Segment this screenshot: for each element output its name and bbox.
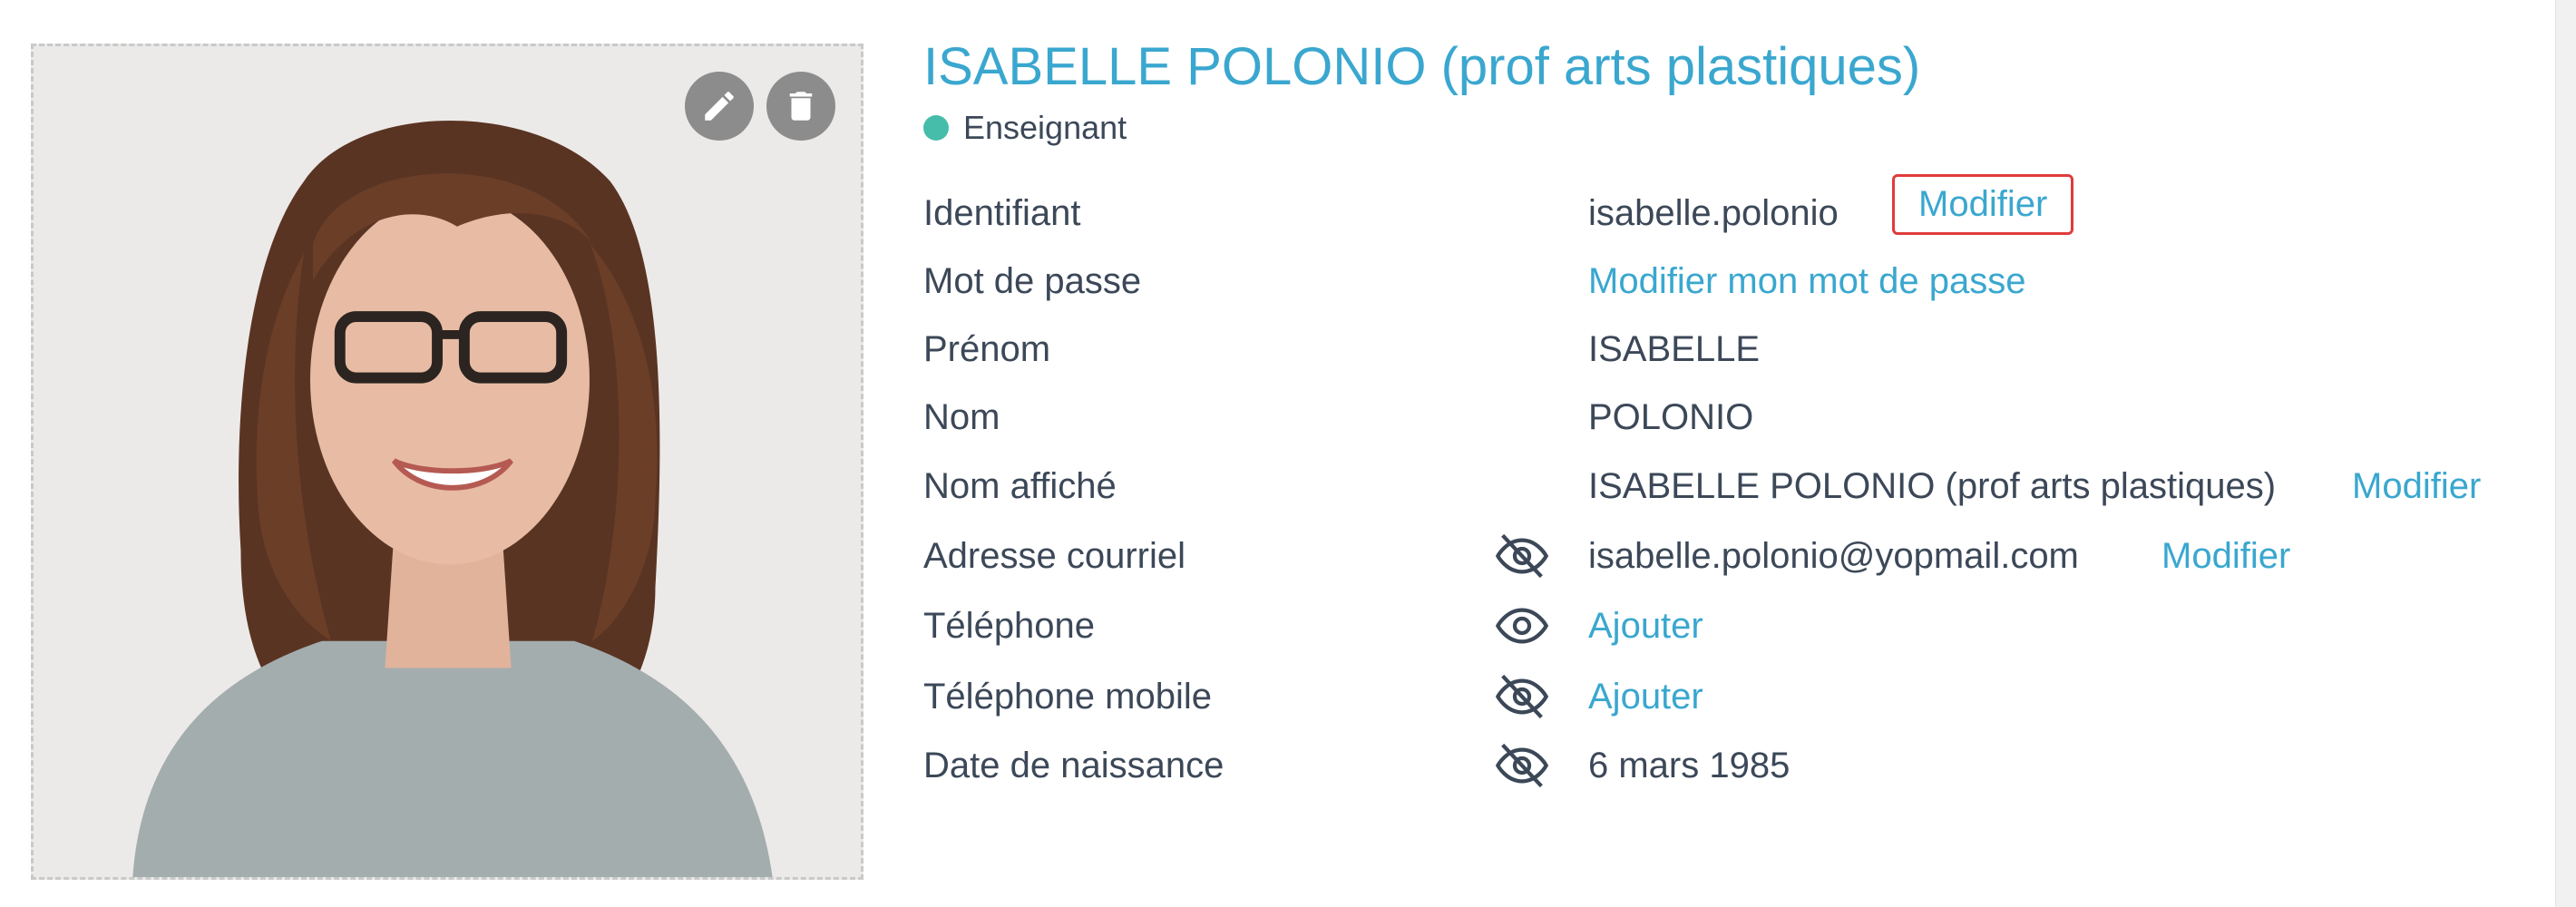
row-birthdate: Date de naissance 6 mars 1985 (923, 736, 2538, 795)
add-telephone-link[interactable]: Ajouter (1588, 606, 1703, 647)
field-label: Téléphone mobile (923, 676, 1212, 717)
role-badge: Enseignant (923, 109, 1127, 147)
eye-off-icon[interactable] (1493, 668, 1551, 726)
edit-photo-button[interactable] (685, 72, 754, 141)
row-nom-affiche: Nom affiché ISABELLE POLONIO (prof arts … (923, 456, 2538, 516)
change-password-link[interactable]: Modifier mon mot de passe (1588, 261, 2025, 302)
status-dot-icon (923, 115, 949, 141)
field-label: Prénom (923, 328, 1051, 369)
field-value: POLONIO (1588, 396, 1754, 437)
field-label: Identifiant (923, 192, 1081, 233)
eye-icon[interactable] (1493, 597, 1551, 655)
field-value: isabelle.polonio (1588, 192, 1839, 233)
row-password: Mot de passe Modifier mon mot de passe (923, 251, 2538, 311)
field-value: 6 mars 1985 (1588, 745, 1791, 785)
field-value: ISABELLE (1588, 328, 1761, 369)
vertical-scrollbar[interactable] (2555, 0, 2576, 907)
modify-display-name-link[interactable]: Modifier (2352, 466, 2481, 507)
field-label: Adresse courriel (923, 535, 1186, 576)
field-label: Date de naissance (923, 745, 1225, 785)
field-value: ISABELLE POLONIO (prof arts plastiques) (1588, 465, 2277, 506)
add-mobile-link[interactable]: Ajouter (1588, 677, 1703, 717)
delete-photo-button[interactable] (766, 72, 835, 141)
eye-off-icon[interactable] (1493, 527, 1551, 585)
role-label: Enseignant (963, 109, 1127, 146)
row-nom: Nom POLONIO (923, 387, 2538, 447)
row-identifiant: Identifiant isabelle.polonio Modifier (923, 174, 2538, 243)
trash-icon (789, 92, 813, 121)
pencil-icon (705, 92, 734, 121)
row-prenom: Prénom ISABELLE (923, 319, 2538, 379)
field-label: Nom affiché (923, 465, 1117, 506)
row-email: Adresse courriel isabelle.polonio@yopmai… (923, 526, 2538, 586)
eye-off-icon[interactable] (1493, 736, 1551, 795)
portrait-image (34, 46, 861, 877)
profile-photo (31, 44, 864, 880)
modify-identifiant-link[interactable]: Modifier (1892, 174, 2074, 235)
modify-email-link[interactable]: Modifier (2161, 536, 2290, 577)
field-label: Téléphone (923, 605, 1096, 646)
field-label: Mot de passe (923, 260, 1142, 301)
row-telephone: Téléphone Ajouter (923, 596, 2538, 656)
field-value: isabelle.polonio@yopmail.com (1588, 535, 2079, 576)
field-label: Nom (923, 396, 1000, 437)
row-mobile: Téléphone mobile Ajouter (923, 667, 2538, 727)
page-title: ISABELLE POLONIO (prof arts plastiques) (923, 37, 1921, 96)
